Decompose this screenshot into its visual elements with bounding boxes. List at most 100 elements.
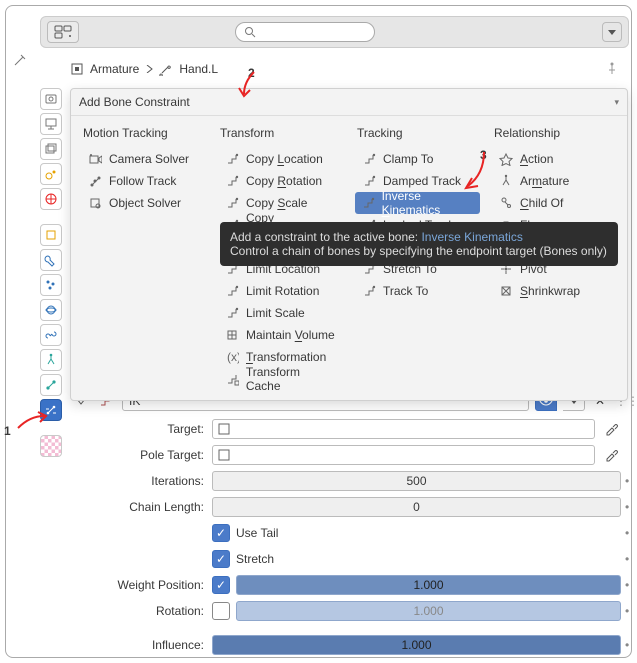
menu-item-label: Inverse Kinematics	[382, 189, 474, 217]
tab-separator	[40, 213, 62, 221]
menu-item-transform-cache[interactable]: Transform Cache	[218, 368, 343, 390]
iterations-label: Iterations:	[76, 474, 212, 488]
breadcrumb: Armature Hand.L	[70, 56, 629, 82]
breadcrumb-leaf[interactable]: Hand.L	[179, 62, 218, 76]
tab-texture[interactable]	[40, 435, 62, 457]
filter-search[interactable]	[235, 22, 375, 42]
property-tabs	[40, 88, 66, 457]
pin-button[interactable]	[605, 62, 619, 76]
wpos-enable-checkbox[interactable]	[212, 576, 230, 594]
tab-physics[interactable]	[40, 299, 62, 321]
menu-item-label: Copy Scale	[246, 196, 307, 210]
tab-modifiers[interactable]	[40, 249, 62, 271]
row-chain: Chain Length: 0 •	[76, 496, 629, 518]
menu-item-track-to[interactable]: Track To	[355, 280, 480, 302]
menu-item-copy-rotation[interactable]: Copy Rotation	[218, 170, 343, 192]
tab-object[interactable]	[40, 224, 62, 246]
menu-item-inverse-kinematics[interactable]: Inverse Kinematics	[355, 192, 480, 214]
wpos-label: Weight Position:	[76, 578, 212, 592]
tab-bone[interactable]	[40, 374, 62, 396]
stretch-checkbox[interactable]	[212, 550, 230, 568]
tab-render[interactable]	[40, 88, 62, 110]
pole-target-label: Pole Target:	[76, 448, 212, 462]
tooltip-highlight: Inverse Kinematics	[421, 230, 522, 244]
menu-item-object-solver[interactable]: Object Solver	[81, 192, 206, 214]
menu-item-camera-solver[interactable]: Camera Solver	[81, 148, 206, 170]
constraint-type-icon	[224, 327, 240, 343]
menu-item-maintain-volume[interactable]: Maintain Volume	[218, 324, 343, 346]
editor-type-button[interactable]	[47, 21, 79, 43]
constraint-type-icon	[224, 305, 240, 321]
row-stretch: Stretch •	[76, 548, 629, 570]
constraint-stack: ✕ ⋮⋮ Target: Pole Target: Iterations: 50…	[76, 388, 629, 656]
constraint-type-icon	[498, 195, 514, 211]
menu-header[interactable]: Add Bone Constraint ▾	[71, 89, 627, 116]
use-tail-checkbox[interactable]	[212, 524, 230, 542]
anim-dot[interactable]: •	[621, 638, 629, 652]
menu-item-label: Transformation	[246, 350, 326, 364]
constraint-type-icon	[224, 371, 240, 387]
tab-armature[interactable]	[40, 349, 62, 371]
menu-item-action[interactable]: Action	[492, 148, 617, 170]
row-pole-target: Pole Target:	[76, 444, 629, 466]
menu-item-label: Shrinkwrap	[520, 284, 580, 298]
anim-dot[interactable]: •	[621, 552, 629, 566]
pole-eyedropper[interactable]	[601, 448, 621, 462]
target-eyedropper[interactable]	[601, 422, 621, 436]
row-influence: Influence: 1.000 •	[76, 634, 629, 656]
menu-item-armature[interactable]: Armature	[492, 170, 617, 192]
constraint-type-icon	[224, 173, 240, 189]
menu-item-label: Limit Scale	[246, 306, 305, 320]
chevron-down-icon: ▾	[614, 97, 619, 108]
anim-dot[interactable]: •	[621, 604, 629, 618]
constraint-type-icon	[87, 195, 103, 211]
tab-output[interactable]	[40, 113, 62, 135]
anim-dot[interactable]: •	[621, 474, 629, 488]
tab-world[interactable]	[40, 188, 62, 210]
menu-item-shrinkwrap[interactable]: Shrinkwrap	[492, 280, 617, 302]
constraint-type-icon	[498, 283, 514, 299]
constraint-type-icon	[361, 283, 377, 299]
wpos-slider[interactable]: 1.000	[236, 575, 621, 595]
row-rotation: Rotation: 1.000 •	[76, 600, 629, 622]
constraint-type-icon	[87, 151, 103, 167]
armature-crumb-icon	[70, 62, 84, 76]
chain-label: Chain Length:	[76, 500, 212, 514]
anim-dot[interactable]: •	[621, 500, 629, 514]
object-icon	[217, 422, 231, 436]
pin-icon	[605, 62, 619, 76]
row-iterations: Iterations: 500 •	[76, 470, 629, 492]
column-header: Transform	[220, 126, 343, 140]
tooltip: Add a constraint to the active bone: Inv…	[220, 222, 618, 266]
anim-dot[interactable]: •	[621, 526, 629, 540]
influence-slider[interactable]: 1.000	[212, 635, 621, 655]
anim-dot[interactable]: •	[621, 578, 629, 592]
tab-particles[interactable]	[40, 274, 62, 296]
influence-label: Influence:	[76, 638, 212, 652]
chain-field[interactable]: 0	[212, 497, 621, 517]
stretch-label: Stretch	[236, 552, 274, 566]
constraint-type-icon	[224, 195, 240, 211]
iterations-field[interactable]: 500	[212, 471, 621, 491]
menu-item-follow-track[interactable]: Follow Track	[81, 170, 206, 192]
menu-item-limit-rotation[interactable]: Limit Rotation	[218, 280, 343, 302]
row-target: Target:	[76, 418, 629, 440]
pole-target-field[interactable]	[212, 445, 595, 465]
menu-item-limit-scale[interactable]: Limit Scale	[218, 302, 343, 324]
column-header: Relationship	[494, 126, 617, 140]
rot-slider[interactable]: 1.000	[236, 601, 621, 621]
tool-icon[interactable]	[10, 52, 28, 70]
constraint-type-icon	[361, 195, 376, 211]
menu-item-label: Copy Rotation	[246, 174, 322, 188]
rot-enable-checkbox[interactable]	[212, 602, 230, 620]
menu-title-label: Add Bone Constraint	[79, 95, 190, 109]
tab-scene[interactable]	[40, 163, 62, 185]
target-field[interactable]	[212, 419, 595, 439]
breadcrumb-root[interactable]: Armature	[90, 62, 139, 76]
menu-item-child-of[interactable]: Child Of	[492, 192, 617, 214]
menu-item-label: Clamp To	[383, 152, 433, 166]
menu-item-copy-location[interactable]: Copy Location	[218, 148, 343, 170]
options-popover-button[interactable]	[602, 22, 622, 42]
tab-viewlayer[interactable]	[40, 138, 62, 160]
tab-obj-constraints[interactable]	[40, 324, 62, 346]
